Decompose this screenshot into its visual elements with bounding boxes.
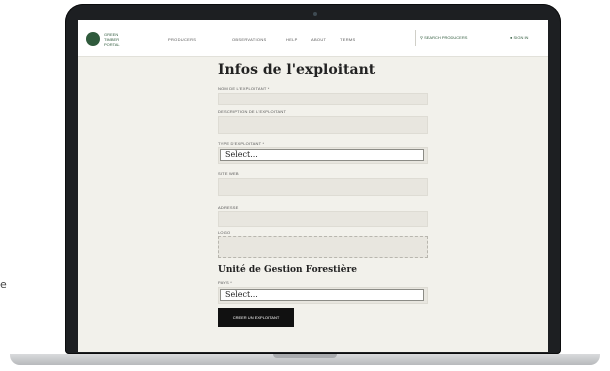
- section-title: Unité de Gestion Forestière: [218, 265, 357, 275]
- logo-text[interactable]: GREEN TIMBER PORTAL: [104, 32, 134, 47]
- website-field[interactable]: [218, 178, 428, 196]
- nav-divider: [415, 30, 416, 46]
- logo-dropzone[interactable]: [218, 236, 428, 258]
- search-label: SEARCH PRODUCERS: [424, 35, 468, 40]
- page-title: Infos de l'exploitant: [218, 62, 376, 78]
- create-operator-button[interactable]: CREER UN EXPLOITANT: [218, 308, 294, 327]
- name-field[interactable]: [218, 93, 428, 105]
- laptop-notch: [273, 354, 337, 358]
- description-label: DESCRIPTION DE L'EXPLOITANT: [218, 109, 287, 114]
- country-label: PAYS *: [218, 280, 232, 285]
- camera-dot: [313, 12, 317, 16]
- search-icon: ⚲: [420, 35, 423, 40]
- laptop-screen: GREEN TIMBER PORTAL PRODUCERS OBSERVATIO…: [78, 20, 548, 352]
- nav-link-observations[interactable]: OBSERVATIONS: [232, 37, 267, 42]
- sign-in-link[interactable]: ● SIGN IN: [510, 35, 528, 40]
- address-field[interactable]: [218, 211, 428, 227]
- description-field[interactable]: [218, 116, 428, 134]
- nav-link-producers[interactable]: PRODUCERS: [168, 37, 196, 42]
- nav-link-terms[interactable]: TERMS: [340, 37, 356, 42]
- country-select[interactable]: Select...: [220, 289, 424, 301]
- side-caption: e: [0, 278, 7, 291]
- logo-label: LOGO: [218, 230, 231, 235]
- nav-link-help[interactable]: HELP: [286, 37, 298, 42]
- top-navbar: GREEN TIMBER PORTAL PRODUCERS OBSERVATIO…: [78, 20, 548, 57]
- type-label: TYPE D'EXPLOITANT *: [218, 141, 265, 146]
- nav-link-about[interactable]: ABOUT: [311, 37, 326, 42]
- search-producers-link[interactable]: ⚲ SEARCH PRODUCERS: [420, 35, 467, 40]
- user-icon: ●: [510, 35, 513, 40]
- sign-in-label: SIGN IN: [513, 35, 529, 40]
- address-label: ADRESSE: [218, 205, 239, 210]
- website-label: SITE WEB: [218, 171, 239, 176]
- type-select[interactable]: Select...: [220, 149, 424, 161]
- logo-icon[interactable]: [86, 32, 100, 46]
- name-label: NOM DE L'EXPLOITANT *: [218, 86, 270, 91]
